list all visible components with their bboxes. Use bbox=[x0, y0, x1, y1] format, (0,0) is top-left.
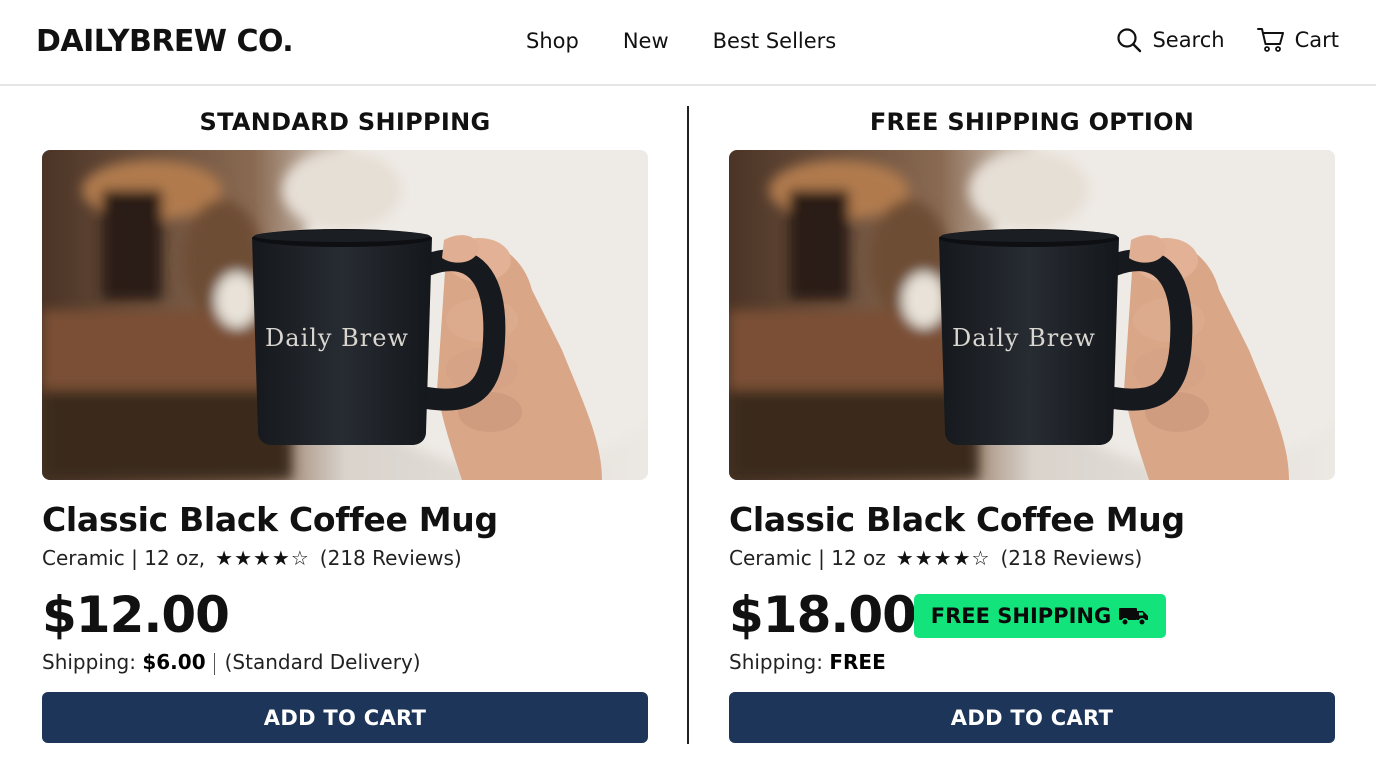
truck-icon bbox=[1119, 608, 1149, 626]
shipping-note: (Standard Delivery) bbox=[224, 650, 421, 674]
search-button[interactable]: Search bbox=[1116, 27, 1225, 53]
nav-best-sellers[interactable]: Best Sellers bbox=[713, 29, 837, 53]
product-meta: Ceramic | 12 oz ★★★★☆ (218 Reviews) bbox=[729, 546, 1142, 570]
shipping-cost: $6.00 bbox=[142, 650, 206, 674]
badge-label: FREE SHIPPING bbox=[930, 604, 1112, 628]
product-name[interactable]: Classic Black Coffee Mug bbox=[729, 500, 1185, 539]
search-label: Search bbox=[1152, 28, 1225, 52]
add-to-cart-button[interactable]: ADD TO CART bbox=[42, 692, 648, 743]
product-meta: Ceramic | 12 oz, ★★★★☆ (218 Reviews) bbox=[42, 546, 462, 570]
product-name[interactable]: Classic Black Coffee Mug bbox=[42, 500, 498, 539]
add-to-cart-button[interactable]: ADD TO CART bbox=[729, 692, 1335, 743]
brand-logo[interactable]: DAILYBREW CO. bbox=[36, 24, 294, 59]
shipping-info: Shipping: $6.00 (Standard Delivery) bbox=[42, 650, 421, 675]
standard-shipping-panel: STANDARD SHIPPING Daily Brew Classic Bla… bbox=[42, 100, 648, 760]
free-shipping-panel: FREE SHIPPING OPTION Daily Brew Classic … bbox=[729, 100, 1335, 760]
product-spec: Ceramic | 12 oz bbox=[729, 546, 886, 570]
rating-stars: ★★★★☆ bbox=[215, 546, 310, 570]
product-image[interactable]: Daily Brew bbox=[729, 150, 1335, 480]
nav-shop[interactable]: Shop bbox=[526, 29, 579, 53]
nav-new[interactable]: New bbox=[623, 29, 669, 53]
free-shipping-badge: FREE SHIPPING bbox=[914, 594, 1166, 638]
cart-label: Cart bbox=[1294, 28, 1339, 52]
panel-divider bbox=[687, 106, 689, 744]
panel-title: STANDARD SHIPPING bbox=[199, 108, 491, 136]
shipping-cost: FREE bbox=[829, 650, 886, 674]
mug-print-text: Daily Brew bbox=[265, 324, 409, 352]
shipping-info: Shipping: FREE bbox=[729, 650, 886, 674]
cart-icon bbox=[1256, 28, 1284, 52]
header-utilities: Search Cart bbox=[1116, 27, 1339, 53]
product-price: $12.00 bbox=[42, 586, 230, 644]
product-spec: Ceramic | 12 oz, bbox=[42, 546, 206, 570]
cart-button[interactable]: Cart bbox=[1256, 27, 1339, 53]
mug-print-text: Daily Brew bbox=[952, 324, 1096, 352]
review-count[interactable]: (218 Reviews) bbox=[320, 546, 462, 570]
site-header: DAILYBREW CO. Shop New Best Sellers Sear… bbox=[0, 0, 1376, 86]
shipping-label: Shipping: bbox=[42, 650, 136, 674]
product-image[interactable]: Daily Brew bbox=[42, 150, 648, 480]
shipping-label: Shipping: bbox=[729, 650, 823, 674]
search-icon bbox=[1117, 28, 1142, 53]
product-price: $18.00 bbox=[729, 586, 917, 644]
shipping-separator bbox=[213, 652, 215, 675]
main-nav: Shop New Best Sellers bbox=[526, 29, 836, 53]
review-count[interactable]: (218 Reviews) bbox=[1000, 546, 1142, 570]
panel-title: FREE SHIPPING OPTION bbox=[869, 108, 1195, 136]
rating-stars: ★★★★☆ bbox=[895, 546, 991, 570]
